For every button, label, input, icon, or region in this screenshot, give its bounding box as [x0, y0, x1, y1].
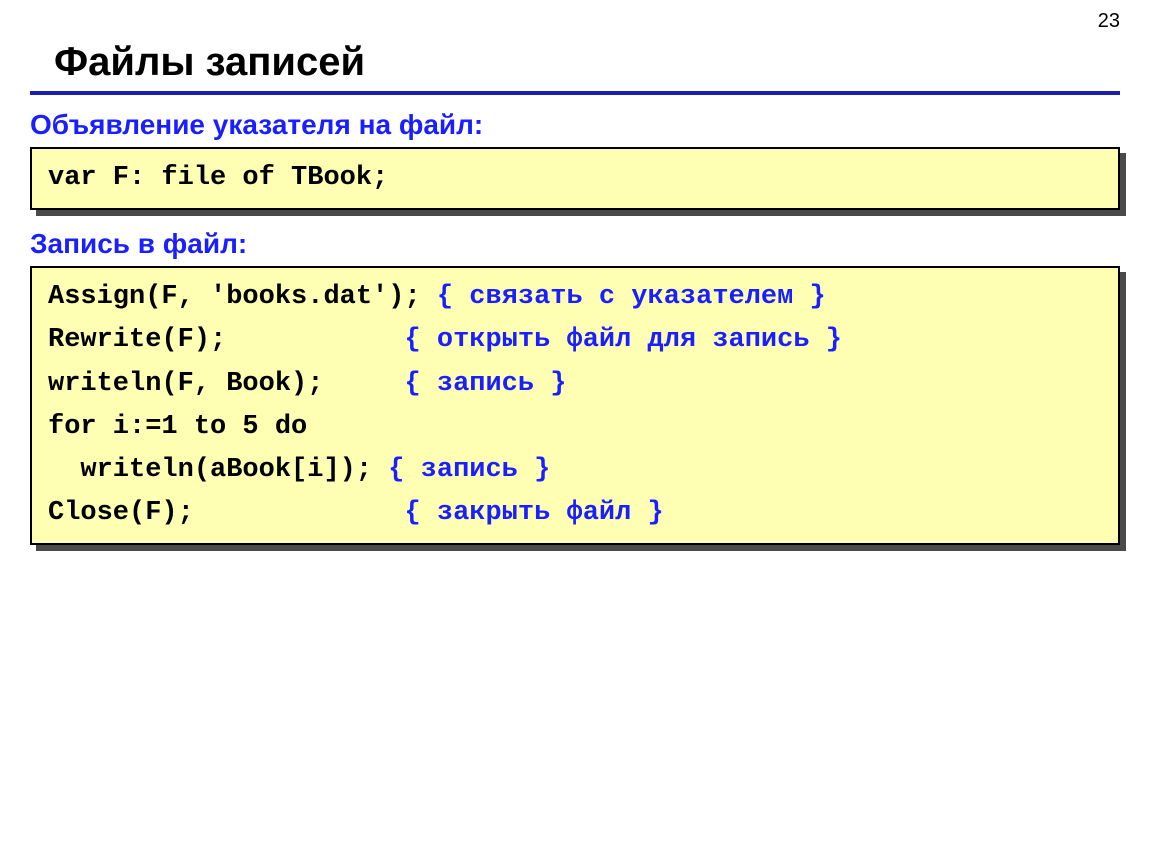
code-block-declaration: var F: file of TBook; — [30, 147, 1120, 210]
code-comment: { закрыть файл } — [404, 498, 663, 528]
code-comment: { запись } — [404, 369, 566, 399]
title-divider — [30, 91, 1120, 95]
slide-title: Файлы записей — [54, 40, 1120, 85]
section-label-write: Запись в файл: — [30, 228, 1120, 260]
code-content: var F: file of TBook; — [30, 147, 1120, 210]
code-text: Rewrite(F); — [48, 325, 404, 355]
code-comment: { связать с указателем } — [437, 282, 826, 312]
code-comment: { запись } — [388, 455, 550, 485]
code-comment: { открыть файл для запись } — [404, 325, 841, 355]
page-number: 23 — [1098, 10, 1120, 33]
slide: 23 Файлы записей Объявление указателя на… — [0, 0, 1150, 864]
code-text: for i:=1 to 5 do — [48, 412, 307, 442]
code-content: Assign(F, 'books.dat'); { связать с указ… — [30, 266, 1120, 545]
code-text: Close(F); — [48, 498, 404, 528]
code-line: var F: file of TBook; — [48, 163, 388, 193]
code-text: writeln(F, Book); — [48, 369, 404, 399]
code-block-write: Assign(F, 'books.dat'); { связать с указ… — [30, 266, 1120, 545]
code-text: Assign(F, 'books.dat'); — [48, 282, 437, 312]
section-label-declaration: Объявление указателя на файл: — [30, 109, 1120, 141]
code-text: writeln(aBook[i]); — [48, 455, 388, 485]
